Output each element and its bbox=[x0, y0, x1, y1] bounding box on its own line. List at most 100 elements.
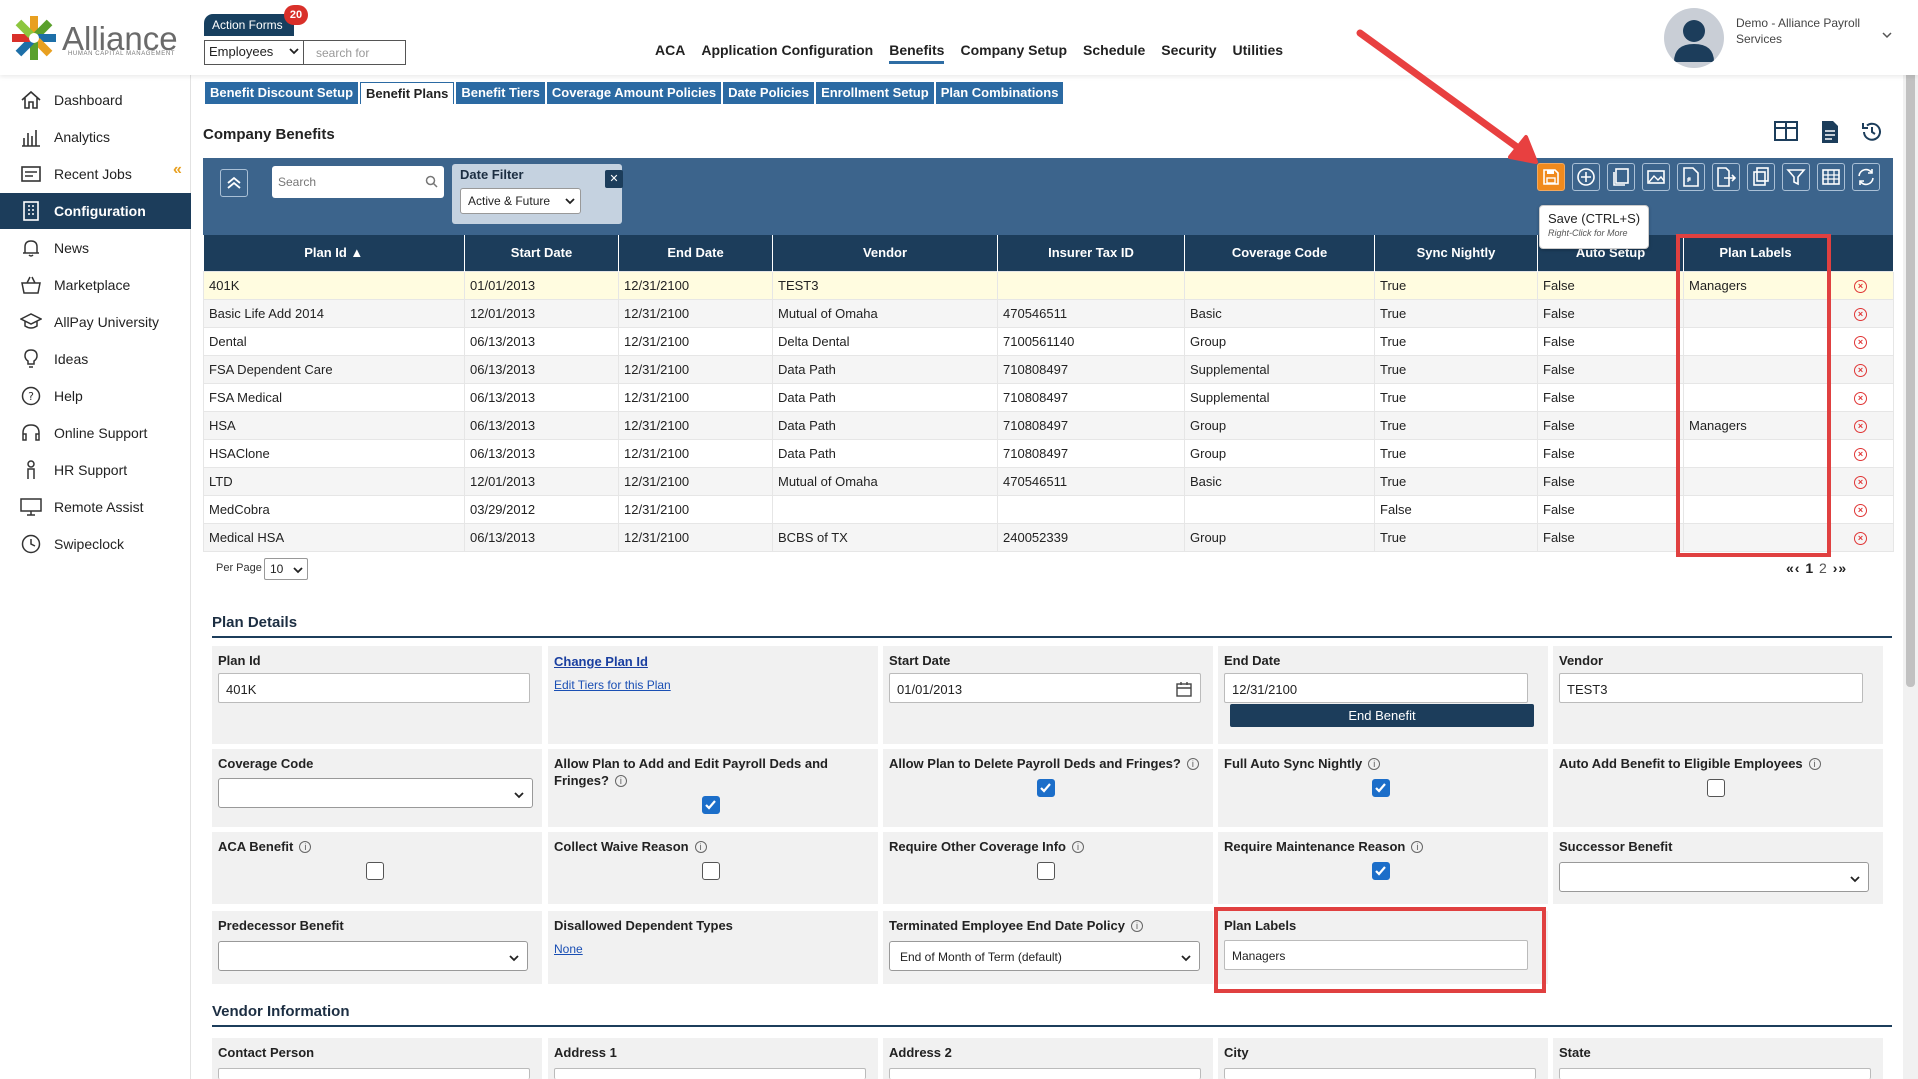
global-search-input[interactable]: search for bbox=[304, 40, 406, 65]
table-row[interactable]: HSA 06/13/2013 12/31/2100 Data Path 71080849… bbox=[203, 410, 1894, 440]
delete-icon[interactable]: × bbox=[1854, 448, 1867, 461]
info-icon[interactable]: i bbox=[299, 841, 312, 853]
nav-security[interactable]: Security bbox=[1161, 42, 1216, 64]
info-icon[interactable]: i bbox=[1411, 841, 1424, 853]
allow-add-edit-checkbox[interactable] bbox=[702, 796, 720, 814]
vendor-input[interactable]: TEST3 bbox=[1559, 673, 1863, 703]
delete-icon[interactable]: × bbox=[1854, 308, 1867, 321]
sidebar-item-hr-support[interactable]: HR Support bbox=[0, 452, 191, 488]
change-plan-id-link[interactable]: Change Plan Id bbox=[554, 654, 648, 669]
filter-button[interactable] bbox=[1782, 163, 1810, 191]
delete-icon[interactable]: × bbox=[1854, 392, 1867, 405]
close-icon[interactable]: ✕ bbox=[605, 170, 623, 188]
nav-application-configuration[interactable]: Application Configuration bbox=[701, 42, 873, 64]
duplicate-button[interactable] bbox=[1747, 163, 1775, 191]
sidebar-item-help[interactable]: ? Help bbox=[0, 378, 191, 414]
sidebar-item-online-support[interactable]: Online Support bbox=[0, 415, 191, 451]
delete-icon[interactable]: × bbox=[1854, 336, 1867, 349]
coverage-code-select[interactable] bbox=[218, 778, 533, 808]
sidebar-item-analytics[interactable]: Analytics bbox=[0, 119, 191, 155]
table-row[interactable]: 401K 01/01/2013 12/31/2100 TEST3 True False Ma… bbox=[203, 270, 1894, 300]
nav-company-setup[interactable]: Company Setup bbox=[960, 42, 1067, 64]
first-page-icon[interactable]: « bbox=[1786, 560, 1795, 576]
grid-view-icon[interactable] bbox=[1774, 120, 1798, 142]
auto-add-checkbox[interactable] bbox=[1707, 779, 1725, 797]
refresh-button[interactable] bbox=[1852, 163, 1880, 191]
add-button[interactable] bbox=[1572, 163, 1600, 191]
delete-icon[interactable]: × bbox=[1854, 280, 1867, 293]
grid-search-input[interactable]: Search bbox=[272, 166, 444, 198]
delete-icon[interactable]: × bbox=[1854, 504, 1867, 517]
collapse-panel-button[interactable] bbox=[220, 169, 248, 197]
delete-icon[interactable]: × bbox=[1854, 476, 1867, 489]
nav-aca[interactable]: ACA bbox=[655, 42, 685, 64]
page-2[interactable]: 2 bbox=[1819, 560, 1828, 576]
col-header-sync-nightly[interactable]: Sync Nightly bbox=[1374, 235, 1538, 271]
tab-date-policies[interactable]: Date Policies bbox=[723, 82, 815, 104]
sidebar-item-marketplace[interactable]: Marketplace bbox=[0, 267, 191, 303]
col-header-insurer-tax-id[interactable]: Insurer Tax ID bbox=[997, 235, 1185, 271]
info-icon[interactable]: i bbox=[1368, 758, 1381, 770]
term-policy-select[interactable]: End of Month of Term (default) bbox=[889, 941, 1200, 971]
export-button[interactable] bbox=[1712, 163, 1740, 191]
start-date-input[interactable]: 01/01/2013 bbox=[889, 673, 1201, 703]
tab-benefit-plans[interactable]: Benefit Plans bbox=[360, 82, 455, 104]
disallowed-link[interactable]: None bbox=[554, 942, 583, 956]
nav-schedule[interactable]: Schedule bbox=[1083, 42, 1145, 64]
col-header-start-date[interactable]: Start Date bbox=[464, 235, 619, 271]
page-1[interactable]: 1 bbox=[1805, 560, 1814, 576]
tab-coverage-amount-policies[interactable]: Coverage Amount Policies bbox=[546, 82, 722, 104]
info-icon[interactable]: i bbox=[1186, 758, 1199, 770]
prev-page-icon[interactable]: ‹ bbox=[1795, 560, 1801, 576]
columns-button[interactable] bbox=[1817, 163, 1845, 191]
table-row[interactable]: MedCobra 03/29/2012 12/31/2100 False False × bbox=[203, 494, 1894, 524]
document-icon[interactable] bbox=[1820, 120, 1840, 144]
copy-button[interactable] bbox=[1607, 163, 1635, 191]
info-icon[interactable]: i bbox=[1071, 841, 1084, 853]
info-icon[interactable]: i bbox=[614, 775, 627, 787]
sidebar-item-dashboard[interactable]: Dashboard bbox=[0, 82, 191, 118]
sidebar-item-ideas[interactable]: Ideas bbox=[0, 341, 191, 377]
require-other-checkbox[interactable] bbox=[1037, 862, 1055, 880]
delete-icon[interactable]: × bbox=[1854, 420, 1867, 433]
nav-benefits[interactable]: Benefits bbox=[889, 42, 945, 64]
scrollbar-thumb[interactable] bbox=[1906, 12, 1915, 687]
tab-enrollment-setup[interactable]: Enrollment Setup bbox=[816, 82, 934, 104]
end-date-input[interactable]: 12/31/2100 bbox=[1224, 673, 1528, 703]
edit-tiers-link[interactable]: Edit Tiers for this Plan bbox=[554, 678, 671, 692]
chevron-down-icon[interactable] bbox=[1882, 30, 1892, 40]
image-export-button[interactable] bbox=[1642, 163, 1670, 191]
allow-delete-checkbox[interactable] bbox=[1037, 779, 1055, 797]
table-row[interactable]: Dental 06/13/2013 12/31/2100 Delta Dental 71… bbox=[203, 326, 1894, 356]
tab-benefit-discount-setup[interactable]: Benefit Discount Setup bbox=[205, 82, 359, 104]
table-row[interactable]: Medical HSA 06/13/2013 12/31/2100 BCBS of T… bbox=[203, 522, 1894, 552]
avatar[interactable] bbox=[1664, 8, 1724, 68]
date-filter-select[interactable]: Active & Future bbox=[460, 188, 581, 214]
col-header-vendor[interactable]: Vendor bbox=[772, 235, 998, 271]
alliance-logo[interactable]: Alliance HUMAN CAPITAL MANAGEMENT bbox=[10, 14, 178, 62]
tab-benefit-tiers[interactable]: Benefit Tiers bbox=[456, 82, 545, 104]
sidebar-item-recent-jobs[interactable]: Recent Jobs bbox=[0, 156, 191, 192]
require-maint-checkbox[interactable] bbox=[1372, 862, 1390, 880]
calendar-icon[interactable] bbox=[1176, 681, 1192, 697]
pdf-button[interactable] bbox=[1677, 163, 1705, 191]
info-icon[interactable]: i bbox=[1131, 920, 1143, 932]
delete-icon[interactable]: × bbox=[1854, 364, 1867, 377]
full-auto-sync-checkbox[interactable] bbox=[1372, 779, 1390, 797]
table-row[interactable]: FSA Dependent Care 06/13/2013 12/31/2100 Da… bbox=[203, 354, 1894, 384]
sidebar-item-allpay-university[interactable]: AllPay University bbox=[0, 304, 191, 340]
sidebar-item-swipeclock[interactable]: Swipeclock bbox=[0, 526, 191, 562]
history-icon[interactable] bbox=[1860, 120, 1884, 144]
sidebar-item-configuration[interactable]: Configuration bbox=[0, 193, 191, 229]
action-forms-button[interactable]: Action Forms bbox=[204, 14, 294, 36]
collect-waive-checkbox[interactable] bbox=[702, 862, 720, 880]
delete-icon[interactable]: × bbox=[1854, 532, 1867, 545]
info-icon[interactable]: i bbox=[1808, 758, 1821, 770]
city-input[interactable] bbox=[1224, 1068, 1536, 1079]
successor-select[interactable] bbox=[1559, 862, 1869, 892]
col-header-plan-id[interactable]: Plan Id ▲ bbox=[203, 235, 465, 271]
state-input[interactable] bbox=[1559, 1068, 1871, 1079]
end-benefit-button[interactable]: End Benefit bbox=[1230, 704, 1534, 727]
table-row[interactable]: FSA Medical 06/13/2013 12/31/2100 Data Path… bbox=[203, 382, 1894, 412]
sidebar-item-remote-assist[interactable]: Remote Assist bbox=[0, 489, 191, 525]
